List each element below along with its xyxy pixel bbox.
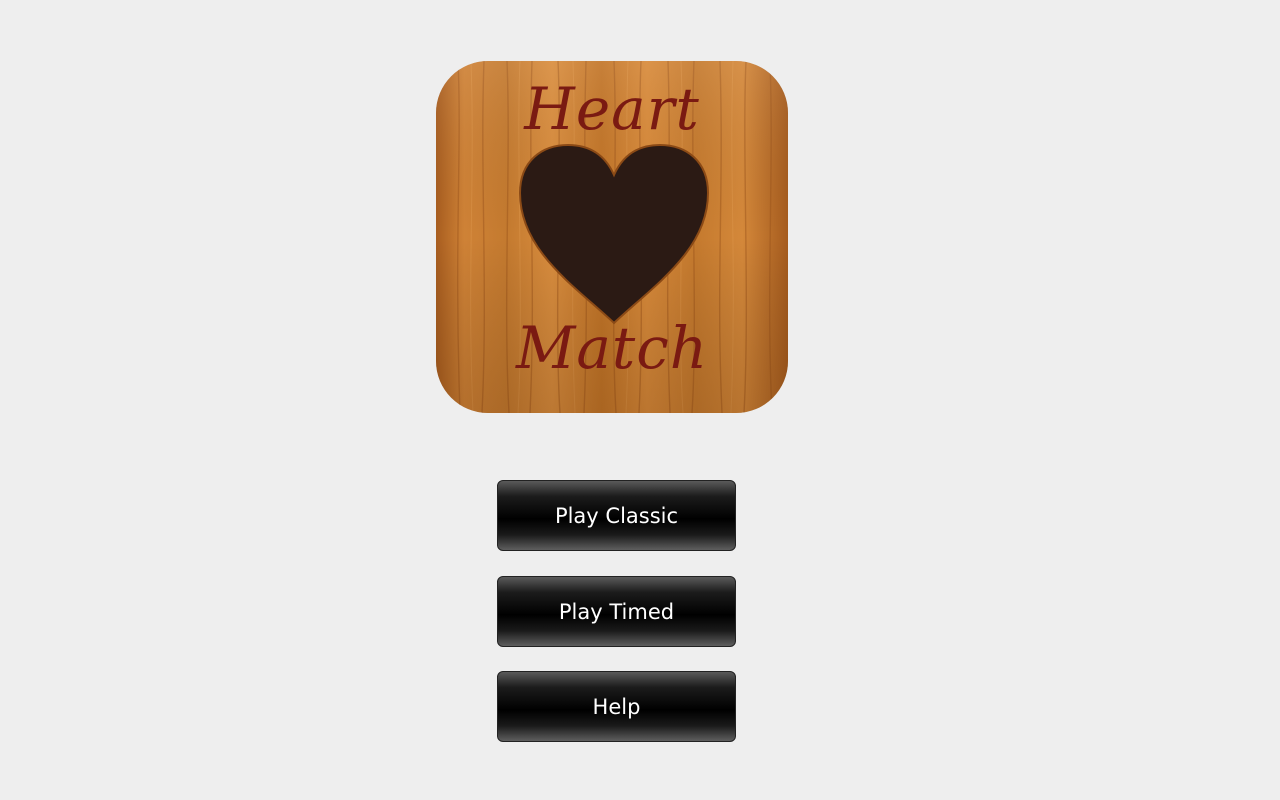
game-logo: Heart Match xyxy=(436,61,788,413)
help-button[interactable]: Help xyxy=(497,671,736,742)
main-menu-screen: Heart Match Play Classic Play Timed Help xyxy=(0,0,1280,800)
play-classic-button[interactable]: Play Classic xyxy=(497,480,736,551)
logo-word-match: Match xyxy=(515,314,708,382)
play-timed-button[interactable]: Play Timed xyxy=(497,576,736,647)
wood-logo-art: Heart Match xyxy=(436,61,788,413)
logo-word-heart: Heart xyxy=(523,75,700,143)
